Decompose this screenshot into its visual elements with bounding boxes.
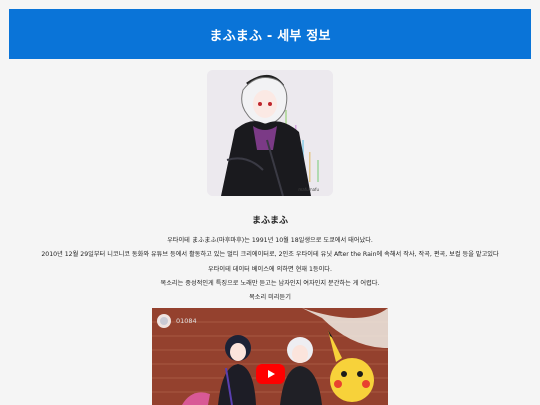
youtube-play-icon xyxy=(267,370,275,378)
page-title: まふまふ - 세부 정보 xyxy=(209,28,331,44)
description-line-3: 우타이테 데이터 베이스에 의하면 현재 1등이다. xyxy=(208,266,332,273)
page-header: まふまふ - 세부 정보 xyxy=(9,9,531,59)
video-counter: 01084 xyxy=(176,317,197,325)
image-caption: mafumafu xyxy=(298,187,319,192)
profile-illustration: mafumafu xyxy=(207,70,333,196)
description-line-1: 우타이테 まふまふ(마후마후)는 1991년 10월 18일생으로 도쿄에서 태… xyxy=(167,237,373,244)
description-line-2: 2010년 12월 29일부터 니코니코 동화와 유튜브 등에서 활동하고 있는… xyxy=(41,251,499,258)
artist-name: まふまふ xyxy=(251,216,288,226)
description-line-4: 목소리는 중성적인게 특징으로 노래만 듣고는 남자인지 여자인지 분간하는 게… xyxy=(160,280,380,287)
video-player[interactable]: 01084 xyxy=(152,308,388,405)
page: まふまふ - 세부 정보 mafumafu まふまふ 우타이테 まふまふ(마후마… xyxy=(0,0,540,405)
youtube-play-button[interactable] xyxy=(256,364,285,384)
voice-preview-label: 목소리 미리듣기 xyxy=(249,294,291,301)
profile-image: mafumafu xyxy=(207,70,333,196)
